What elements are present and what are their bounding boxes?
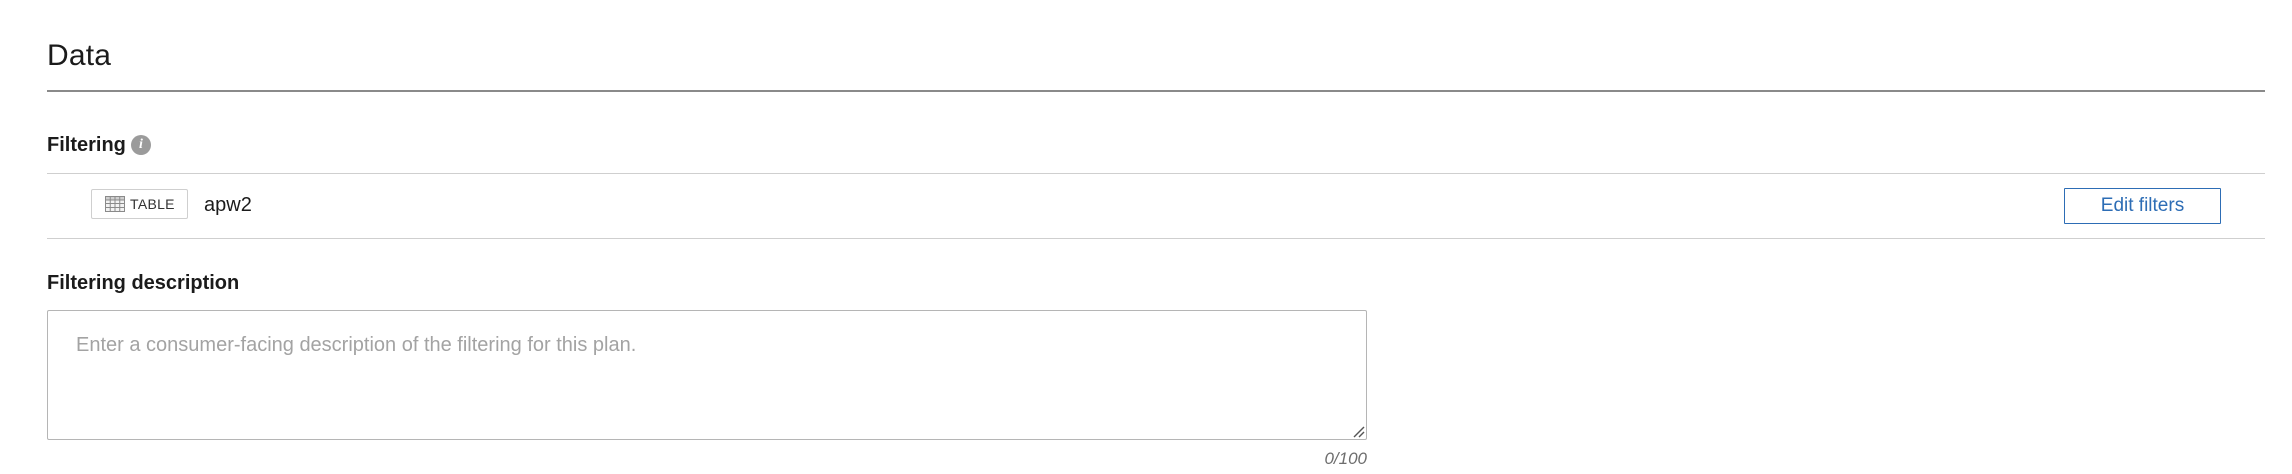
section-divider [47, 90, 2265, 92]
filter-table-name: apw2 [204, 194, 252, 216]
filtering-heading: Filtering i [47, 132, 151, 158]
table-type-badge: TABLE [91, 189, 188, 219]
data-settings-page: Data Filtering i TABLE apw2 Edit filters… [0, 0, 2292, 474]
character-count: 0/100 [1324, 449, 1367, 468]
info-icon[interactable]: i [130, 135, 151, 155]
section-title: Data [47, 39, 112, 72]
filter-row-bottom-divider [47, 238, 2265, 239]
filter-row: TABLE apw2 Edit filters [47, 174, 2265, 238]
resize-handle-icon[interactable] [1351, 424, 1365, 438]
filtering-description-field-wrapper [47, 310, 1367, 440]
table-icon [105, 196, 125, 212]
table-type-label: TABLE [130, 196, 175, 212]
filtering-description-heading: Filtering description [47, 272, 240, 294]
filtering-heading-label: Filtering [47, 134, 126, 156]
edit-filters-button[interactable]: Edit filters [2064, 188, 2221, 224]
filtering-description-textarea[interactable] [47, 310, 1367, 440]
